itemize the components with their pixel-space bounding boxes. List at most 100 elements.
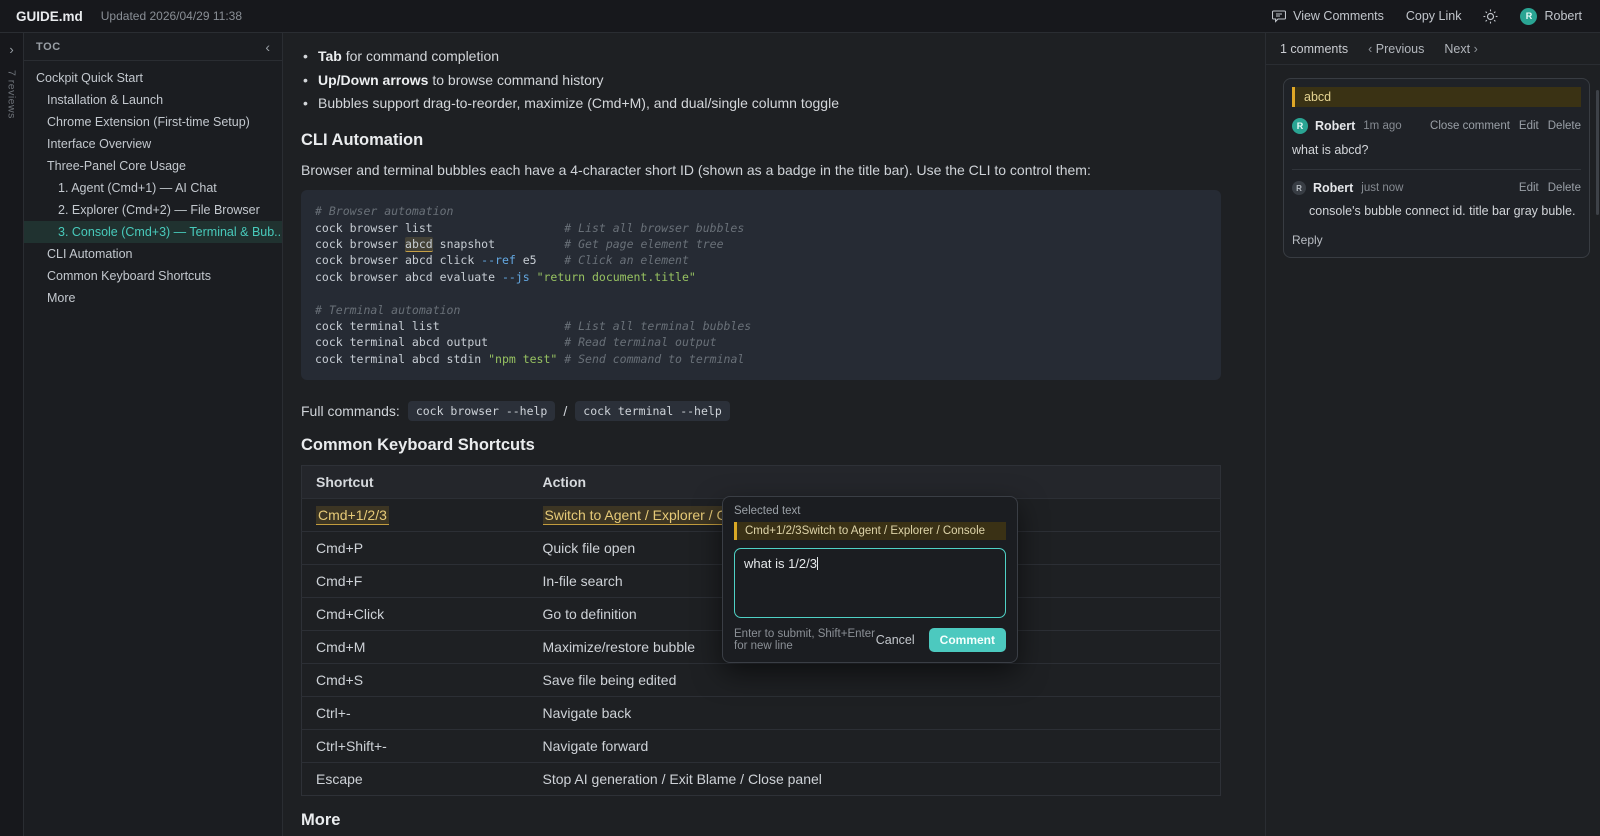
delete-action[interactable]: Delete xyxy=(1548,182,1581,194)
bullet-item: Tab for command completion xyxy=(301,45,1221,69)
commented-code-text[interactable]: abcd xyxy=(405,236,433,252)
comment-avatar: R xyxy=(1292,118,1308,134)
table-row: Cmd+S Save file being edited xyxy=(301,663,1221,697)
reply-avatar: R xyxy=(1292,181,1306,195)
close-comment-action[interactable]: Close comment xyxy=(1430,120,1510,132)
bullet-item: Up/Down arrows to browse command history xyxy=(301,69,1221,93)
cli-automation-heading: CLI Automation xyxy=(301,131,424,150)
comment-input[interactable]: what is 1/2/3 xyxy=(734,548,1006,618)
delete-action[interactable]: Delete xyxy=(1548,120,1581,132)
expand-panel-icon[interactable]: › xyxy=(9,43,13,56)
code-token: snapshot xyxy=(432,236,565,251)
code-token: # List all terminal bubbles xyxy=(564,318,752,333)
command-separator: / xyxy=(563,403,568,420)
code-block: # Browser automation cock browser list # … xyxy=(301,190,1221,381)
toc-header: TOC ‹ xyxy=(24,33,282,61)
table-header-row: Shortcut Action xyxy=(301,465,1221,499)
code-token: cock terminal abcd stdin xyxy=(315,351,489,366)
table-cell: Cmd+S xyxy=(301,663,529,697)
toc-item[interactable]: 3. Console (Cmd+3) — Terminal & Bub... xyxy=(24,221,282,243)
comment-meta-row: R Robert 1m ago Close comment Edit Delete xyxy=(1292,118,1581,134)
user-avatar: R xyxy=(1520,7,1538,25)
view-comments-button[interactable]: View Comments xyxy=(1272,9,1384,23)
table-header-cell: Action xyxy=(528,465,1221,499)
code-token: cock browser abcd click xyxy=(315,253,482,268)
toc-item[interactable]: More xyxy=(24,287,282,309)
code-token: "return document.title" xyxy=(536,269,696,284)
table-row: Ctrl+Shift+- Navigate forward xyxy=(301,729,1221,763)
copy-link-button[interactable]: Copy Link xyxy=(1406,9,1462,23)
table-cell: Navigate back xyxy=(528,696,1221,730)
table-header-cell: Shortcut xyxy=(301,465,529,499)
full-commands-line: Full commands: cock browser --help / coc… xyxy=(301,401,1221,422)
code-token: "npm test" xyxy=(488,351,558,366)
previous-comment-button[interactable]: ‹ Previous xyxy=(1368,42,1424,56)
chevron-left-icon: ‹ xyxy=(1368,41,1373,56)
toc-item[interactable]: Three-Panel Core Usage xyxy=(24,155,282,177)
comments-panel: 1 comments ‹ Previous Next › abcd R Robe… xyxy=(1266,33,1600,836)
code-line: cock browser list # List all browser bub… xyxy=(315,220,1207,236)
toc-item[interactable]: Installation & Launch xyxy=(24,89,282,111)
bullet-item: Bubbles support drag-to-reorder, maximiz… xyxy=(301,92,1221,116)
comments-header: 1 comments ‹ Previous Next › xyxy=(1266,33,1600,65)
table-cell: Save file being edited xyxy=(528,663,1221,697)
reply-body: console's bubble connect id. title bar g… xyxy=(1309,204,1576,218)
copy-link-label: Copy Link xyxy=(1405,9,1462,23)
code-token: cock browser xyxy=(315,236,406,251)
table-cell: Cmd+P xyxy=(301,531,529,565)
updated-timestamp: Updated 2026/04/29 11:38 xyxy=(100,9,242,23)
toc-item[interactable]: 1. Agent (Cmd+1) — AI Chat xyxy=(24,177,282,199)
shortcuts-heading: Common Keyboard Shortcuts xyxy=(301,436,535,455)
next-label: Next xyxy=(1444,41,1471,56)
user-name: Robert xyxy=(1544,9,1582,23)
scrollbar-thumb[interactable] xyxy=(1596,90,1599,215)
selected-text-quote: Cmd+1/2/3Switch to Agent / Explorer / Co… xyxy=(734,522,1006,540)
comment-thread-card: abcd R Robert 1m ago Close comment Edit De… xyxy=(1283,78,1590,258)
edit-action[interactable]: Edit xyxy=(1519,182,1539,194)
table-cell: Stop AI generation / Exit Blame / Close … xyxy=(528,762,1221,796)
theme-toggle-button[interactable] xyxy=(1483,9,1498,24)
code-token: # Terminal automation xyxy=(315,302,461,317)
document-pane[interactable]: Tab for command completionUp/Down arrows… xyxy=(283,33,1266,836)
comment-divider xyxy=(1292,169,1581,170)
cancel-button[interactable]: Cancel xyxy=(876,633,915,647)
code-line: cock terminal abcd stdin "npm test" # Se… xyxy=(315,351,1207,367)
edit-action[interactable]: Edit xyxy=(1519,120,1539,132)
table-row: Escape Stop AI generation / Exit Blame / … xyxy=(301,762,1221,796)
toc-item[interactable]: Common Keyboard Shortcuts xyxy=(24,265,282,287)
code-line: cock browser abcd click --ref e5 # Click… xyxy=(315,252,1207,268)
commented-text[interactable]: Cmd+1/2/3 xyxy=(316,506,389,526)
code-token: # Send command to terminal xyxy=(564,351,745,366)
table-cell: Cmd+1/2/3 xyxy=(301,498,529,532)
toc-item[interactable]: Chrome Extension (First-time Setup) xyxy=(24,111,282,133)
code-token: cock browser list xyxy=(315,220,565,235)
table-cell: Escape xyxy=(301,762,529,796)
reply-button[interactable]: Reply xyxy=(1292,233,1581,247)
table-cell: Ctrl+- xyxy=(301,696,529,730)
toc-item[interactable]: Interface Overview xyxy=(24,133,282,155)
topbar-actions: View Comments Copy Link R Robert xyxy=(1272,7,1582,25)
table-cell: Cmd+Click xyxy=(301,597,529,631)
toc-item[interactable]: CLI Automation xyxy=(24,243,282,265)
reviews-tab[interactable]: 7 reviews xyxy=(6,70,18,119)
next-comment-button[interactable]: Next › xyxy=(1444,42,1477,56)
inline-code-terminal-help: cock terminal --help xyxy=(575,401,730,422)
comment-body: what is abcd? xyxy=(1292,143,1369,157)
table-cell: Cmd+F xyxy=(301,564,529,598)
collapse-sidebar-icon[interactable]: ‹ xyxy=(265,39,270,55)
quoted-selection[interactable]: abcd xyxy=(1292,87,1581,107)
table-cell: Navigate forward xyxy=(528,729,1221,763)
comment-composer-popup: Selected text Cmd+1/2/3Switch to Agent /… xyxy=(722,496,1018,663)
toc-item[interactable]: 2. Explorer (Cmd+2) — File Browser xyxy=(24,199,282,221)
code-token: cock terminal abcd output xyxy=(315,335,565,350)
user-menu[interactable]: R Robert xyxy=(1520,7,1582,25)
top-bar: GUIDE.md Updated 2026/04/29 11:38 View C… xyxy=(0,0,1600,33)
toc-item[interactable]: Cockpit Quick Start xyxy=(24,67,282,89)
previous-label: Previous xyxy=(1375,41,1425,56)
code-token: # Click an element xyxy=(564,253,689,268)
inline-code-browser-help: cock browser --help xyxy=(407,401,556,422)
code-token: # List all browser bubbles xyxy=(564,220,745,235)
table-cell: Ctrl+Shift+- xyxy=(301,729,529,763)
comments-count: 1 comments xyxy=(1280,41,1349,56)
comment-submit-button[interactable]: Comment xyxy=(928,628,1006,652)
